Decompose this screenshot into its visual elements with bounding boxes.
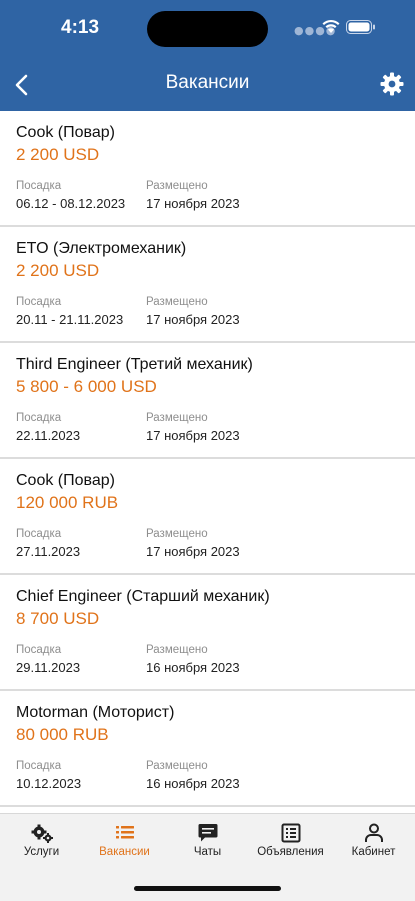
status-time: 4:13 [61,17,100,38]
vacancy-list: Cook (Повар) 2 200 USD Посадка Размещено… [0,111,415,807]
posted-date: 17 ноября 2023 [146,196,240,211]
tab-label: Вакансии [99,846,150,858]
tab-cabinet[interactable]: Кабинет [332,814,415,874]
posted-label: Размещено [146,644,208,656]
posted-label: Размещено [146,412,208,424]
posted-date: 17 ноября 2023 [146,312,240,327]
page-title: Вакансии [165,72,250,93]
posted-date: 17 ноября 2023 [146,428,240,443]
gears-icon [31,824,53,843]
vacancy-position: Cook (Повар) [16,472,115,489]
vacancy-salary: 8 700 USD [16,609,100,628]
settings-gear-icon[interactable] [380,72,404,96]
vacancy-salary: 80 000 RUB [16,725,109,744]
list-icon [115,826,134,839]
vacancy-position: Cook (Повар) [16,124,115,141]
vacancy-salary: 2 200 USD [16,145,100,164]
boarding-label: Посадка [16,528,62,540]
vacancy-card[interactable]: ETO (Электромеханик) 2 200 USD Посадка Р… [0,227,415,343]
vacancy-position: Motorman (Моторист) [16,704,175,721]
boarding-label: Посадка [16,644,62,656]
posted-date: 16 ноября 2023 [146,776,240,791]
app-header: 4:13 ●●●● Вакансии [0,0,415,111]
boarding-label: Посадка [16,412,62,424]
tab-services[interactable]: Услуги [0,814,83,874]
chat-icon [198,824,217,842]
posted-label: Размещено [146,180,208,192]
battery-icon [346,20,375,34]
posted-label: Размещено [146,528,208,540]
vacancy-salary: 120 000 RUB [16,493,119,512]
newspaper-icon [281,823,300,843]
wifi-icon [322,19,340,33]
tab-label: Кабинет [351,846,396,858]
tab-announcements[interactable]: Объявления [249,814,332,874]
boarding-date: 20.11 - 21.11.2023 [16,312,124,327]
boarding-date: 27.11.2023 [16,544,81,559]
home-indicator[interactable] [134,886,281,891]
boarding-date: 29.11.2023 [16,660,81,675]
tab-chats[interactable]: Чаты [166,814,249,874]
boarding-date: 10.12.2023 [16,776,82,791]
user-icon [364,823,383,842]
posted-date: 16 ноября 2023 [146,660,240,675]
tab-label: Чаты [193,846,222,858]
dynamic-island [147,11,268,47]
tab-vacancies[interactable]: Вакансии [83,814,166,874]
boarding-date: 22.11.2023 [16,428,81,443]
vacancy-salary: 2 200 USD [16,261,100,280]
vacancy-position: ETO (Электромеханик) [16,240,187,257]
tab-label: Объявления [257,846,324,858]
vacancy-card[interactable]: Chief Engineer (Старший механик) 8 700 U… [0,575,415,691]
boarding-label: Посадка [16,760,62,772]
vacancy-position: Chief Engineer (Старший механик) [16,588,270,605]
boarding-label: Посадка [16,180,62,192]
vacancy-card[interactable]: Cook (Повар) 2 200 USD Посадка Размещено… [0,111,415,227]
vacancy-salary: 5 800 - 6 000 USD [16,377,157,396]
vacancy-card[interactable]: Cook (Повар) 120 000 RUB Посадка Размеще… [0,459,415,575]
vacancy-position: Third Engineer (Третий механик) [16,356,253,373]
vacancy-card[interactable]: Third Engineer (Третий механик) 5 800 - … [0,343,415,459]
boarding-date: 06.12 - 08.12.2023 [16,196,126,211]
posted-label: Размещено [146,296,208,308]
boarding-label: Посадка [16,296,62,308]
tab-label: Услуги [23,846,60,858]
posted-label: Размещено [146,760,208,772]
vacancy-card[interactable]: Motorman (Моторист) 80 000 RUB Посадка Р… [0,691,415,807]
posted-date: 17 ноября 2023 [146,544,240,559]
